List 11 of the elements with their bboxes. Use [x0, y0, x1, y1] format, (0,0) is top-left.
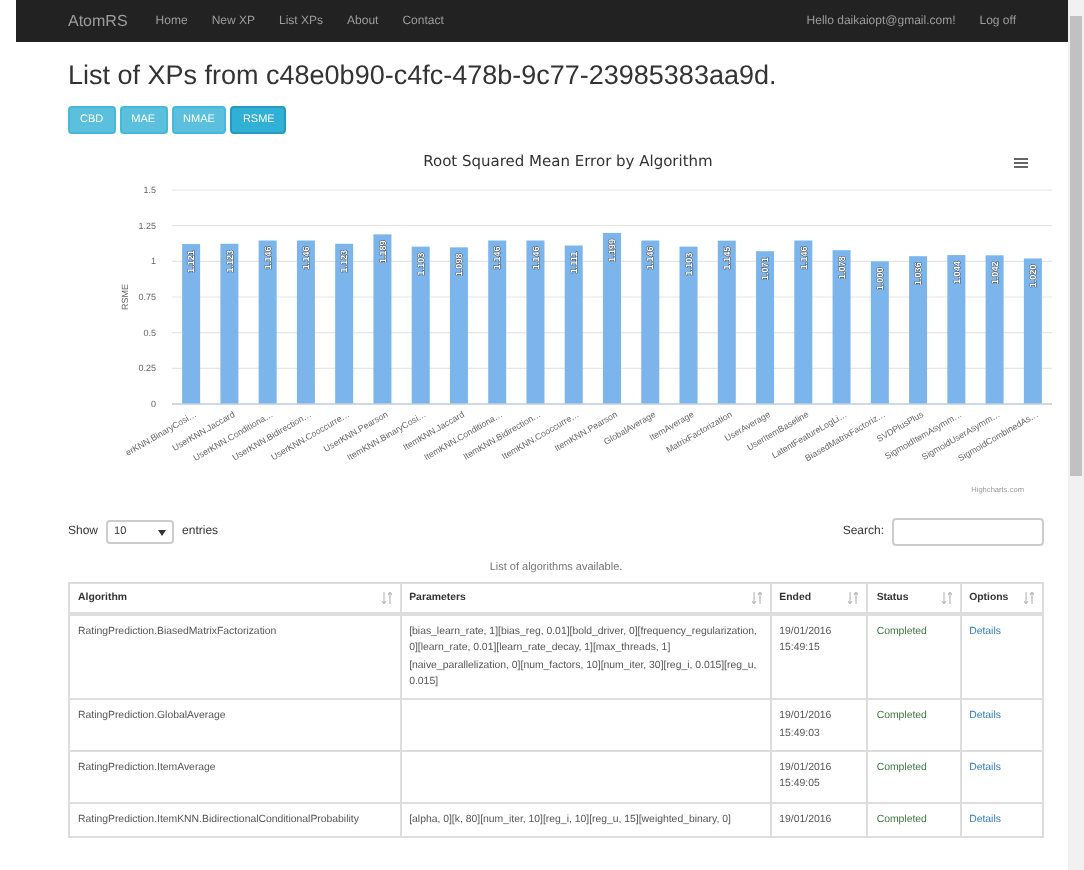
sort-icon[interactable]: [848, 592, 859, 604]
sort-icon[interactable]: [1024, 592, 1034, 604]
sort-icon[interactable]: [941, 592, 952, 604]
bar: [870, 261, 889, 404]
brand[interactable]: AtomRS: [68, 12, 128, 30]
caret-icon[interactable]: [158, 529, 167, 535]
menu-icon[interactable]: [1014, 158, 1028, 168]
sort-icon[interactable]: [381, 592, 392, 604]
sort-icon[interactable]: [751, 592, 762, 604]
search-field[interactable]: [892, 518, 1044, 546]
page-title: List of XPs from c48e0b90-c4fc-478b-9c77-23985383aa9d.: [68, 60, 779, 90]
